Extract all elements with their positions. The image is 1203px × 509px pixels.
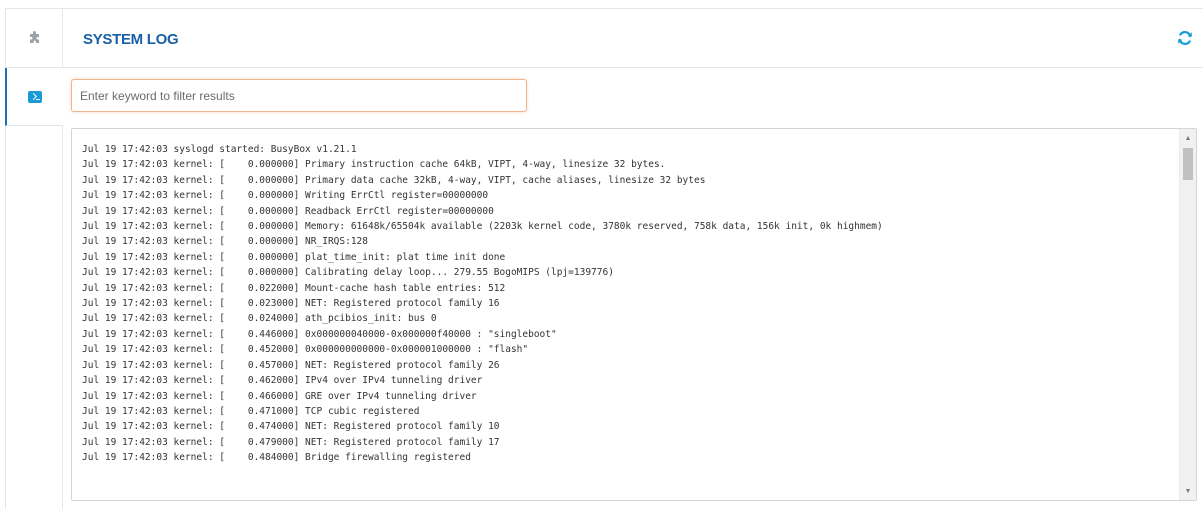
page-header: SYSTEM LOG (63, 9, 1203, 68)
refresh-icon (1178, 31, 1192, 45)
log-scrollbar[interactable]: ▲ ▼ (1179, 129, 1196, 500)
sidebar-tab-plugins[interactable] (6, 9, 63, 68)
filter-input[interactable] (71, 79, 527, 112)
scroll-thumb[interactable] (1183, 148, 1193, 180)
scroll-down-arrow-icon[interactable]: ▼ (1180, 484, 1196, 498)
page-title: SYSTEM LOG (83, 31, 179, 48)
scroll-up-arrow-icon[interactable]: ▲ (1180, 131, 1196, 145)
system-log-text: Jul 19 17:42:03 syslogd started: BusyBox… (82, 144, 883, 464)
sidebar (5, 9, 63, 509)
puzzle-icon (29, 31, 39, 43)
terminal-icon (28, 90, 42, 103)
refresh-button[interactable] (1176, 29, 1194, 47)
system-log-panel[interactable]: Jul 19 17:42:03 syslogd started: BusyBox… (71, 128, 1197, 501)
sidebar-tab-system-log[interactable] (5, 68, 63, 126)
